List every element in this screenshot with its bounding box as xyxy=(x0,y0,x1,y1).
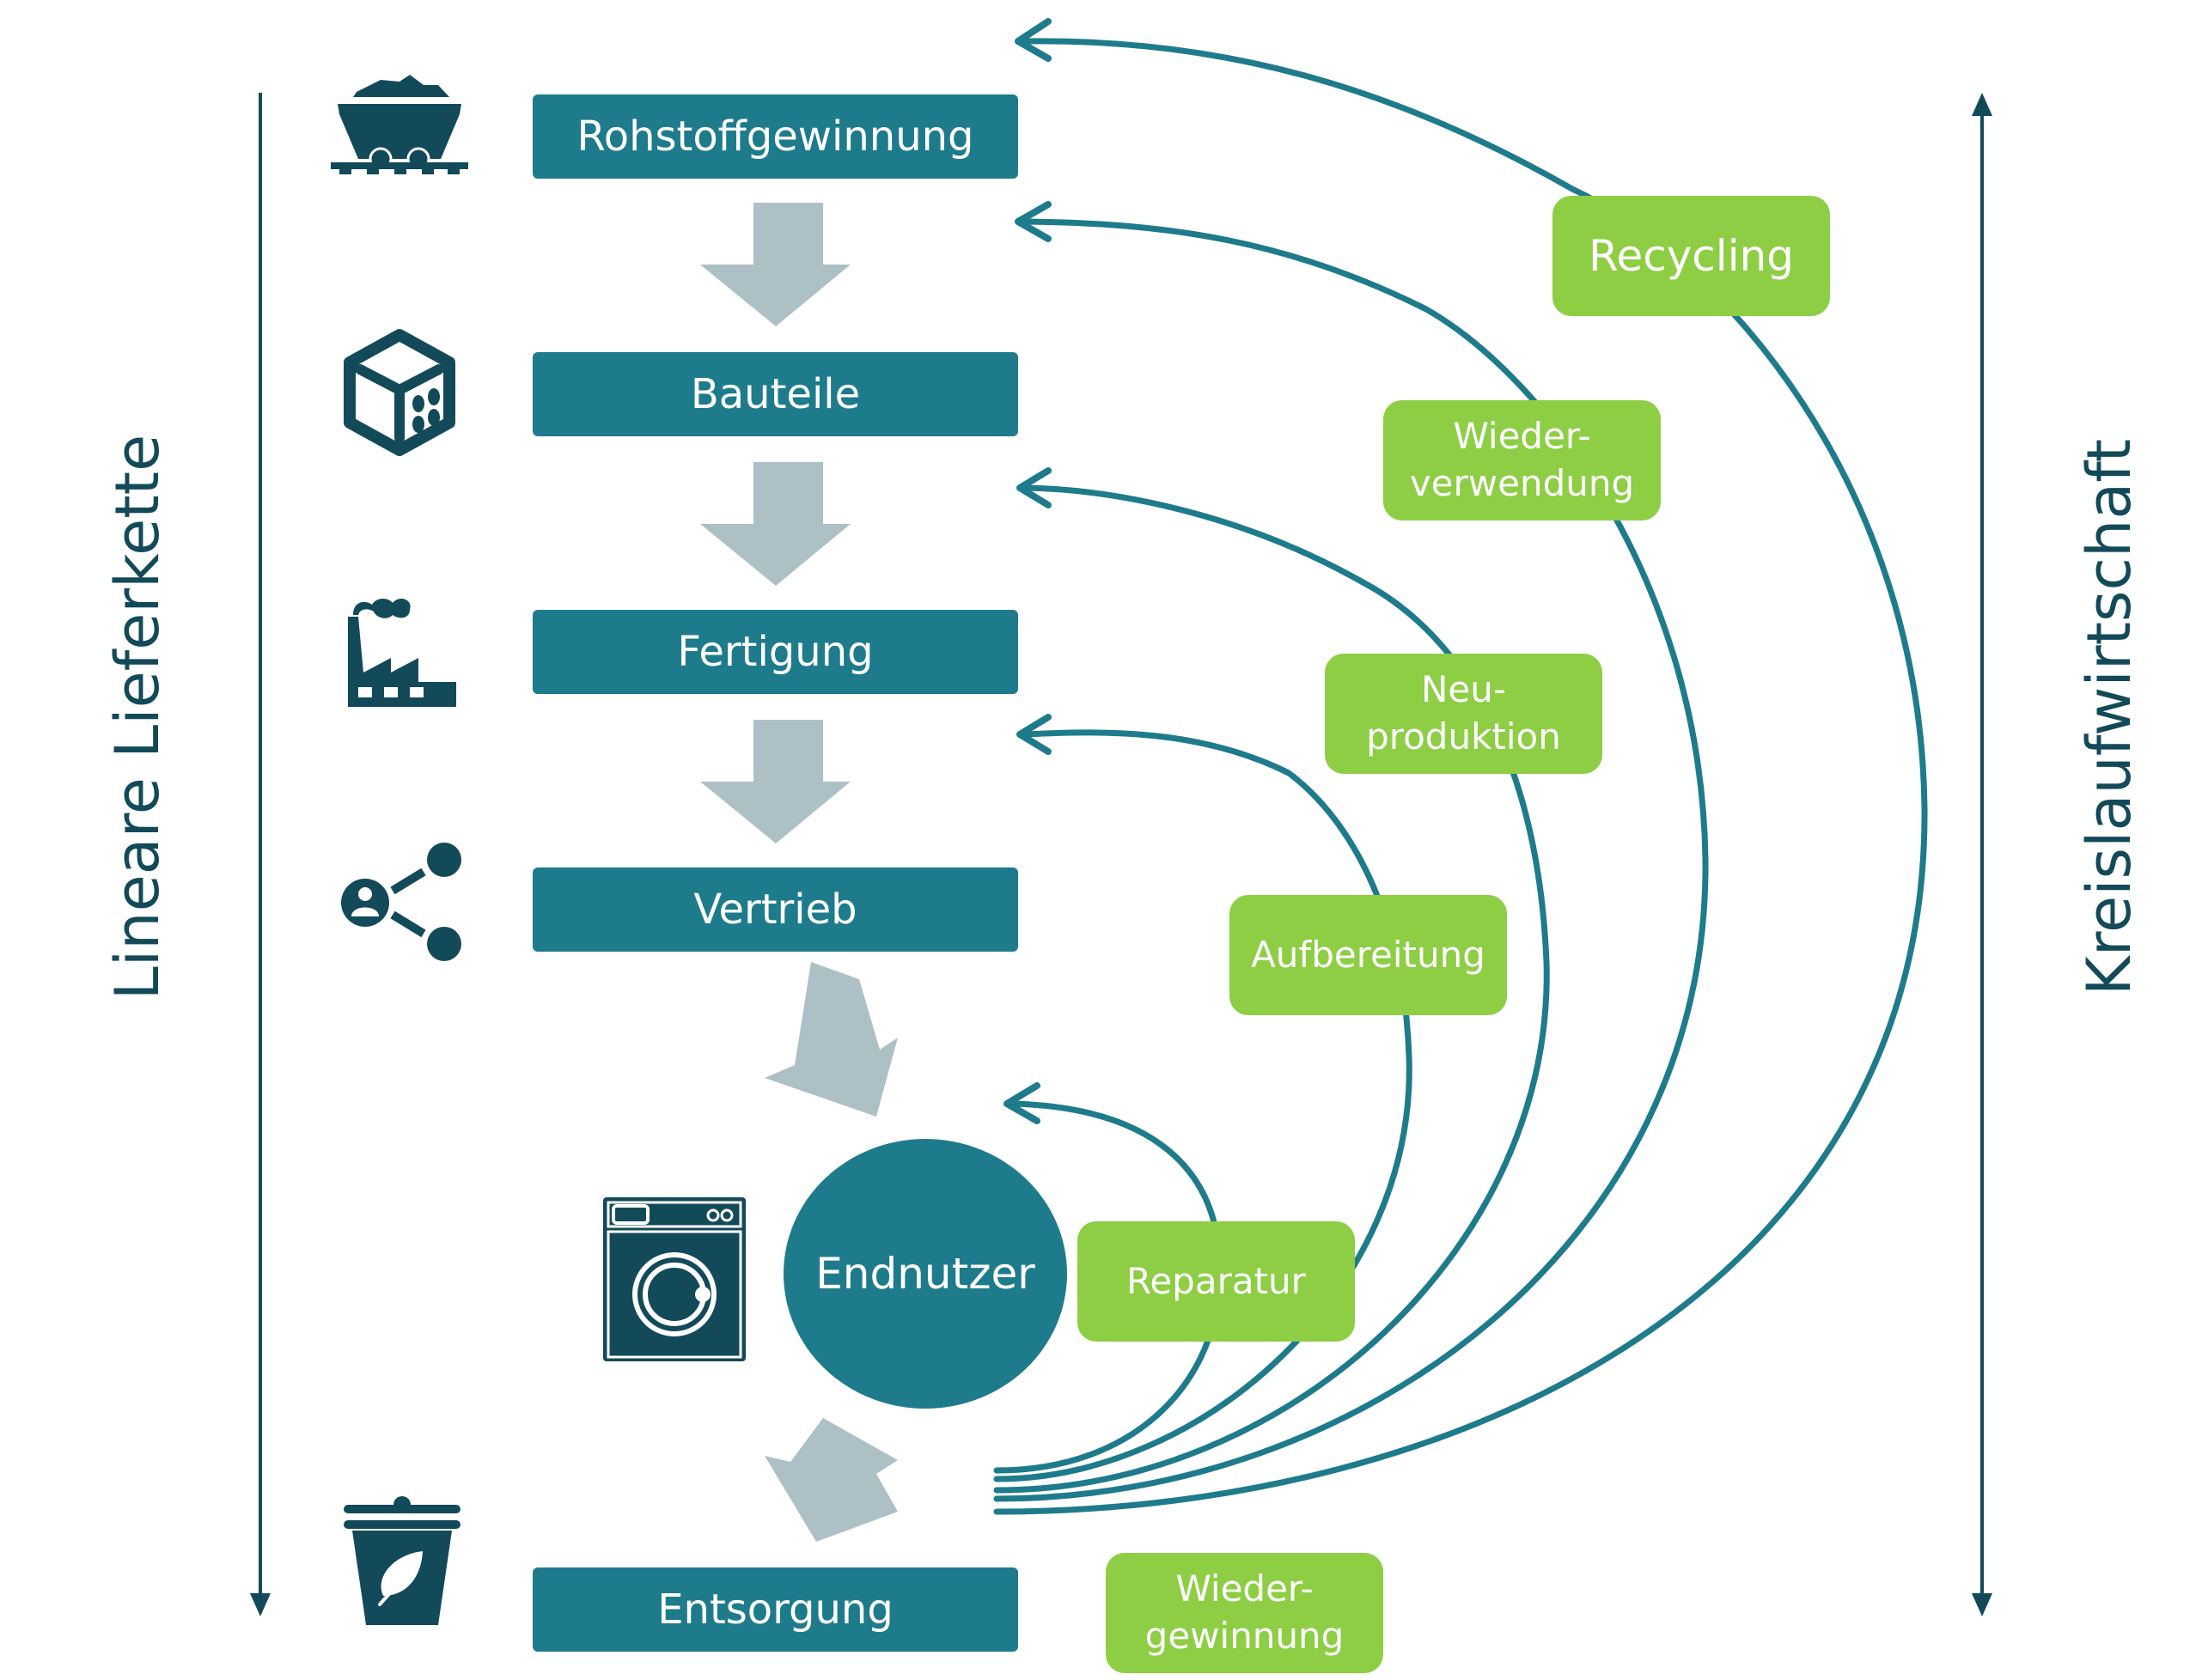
washing-machine-icon xyxy=(601,1196,747,1367)
loop-neuproduktion[interactable]: Neu- produktion xyxy=(1325,654,1602,774)
step-bauteile[interactable]: Bauteile xyxy=(533,352,1018,436)
loop-label: Wieder- verwendung xyxy=(1409,415,1635,504)
step-label: Rohstoffgewinnung xyxy=(576,113,974,161)
flow-arrow-2 xyxy=(700,462,851,586)
flow-arrow-4 xyxy=(765,962,898,1117)
linear-axis-arrow xyxy=(250,93,271,1616)
connectors-layer xyxy=(250,18,1992,1616)
diagram: Lineare Lieferkette Kreislaufwirtschaft xyxy=(0,0,2202,1680)
step-label: Bauteile xyxy=(690,370,861,418)
loop-reparatur[interactable]: Reparatur xyxy=(1077,1221,1355,1342)
loop-wiedergewinnung[interactable]: Wieder- gewinnung xyxy=(1106,1553,1383,1673)
loop-aufbereitung[interactable]: Aufbereitung xyxy=(1229,895,1507,1015)
circular-axis-arrow xyxy=(1972,93,1992,1616)
loop-label: Aufbereitung xyxy=(1251,933,1485,976)
circular-economy-title: Kreislaufwirtschaft xyxy=(2074,438,2144,996)
loop-recycling[interactable]: Recycling xyxy=(1552,196,1830,316)
flow-arrow-3 xyxy=(700,720,851,843)
loop-label: Recycling xyxy=(1588,230,1795,281)
step-entsorgung[interactable]: Entsorgung xyxy=(533,1567,1018,1652)
step-rohstoffgewinnung[interactable]: Rohstoffgewinnung xyxy=(533,94,1018,179)
flow-arrow-1 xyxy=(700,203,851,326)
share-distribution-icon xyxy=(339,837,468,970)
step-label: Entsorgung xyxy=(657,1586,894,1634)
linear-supply-chain-title: Lineare Lieferkette xyxy=(102,434,173,1001)
loop-label: Reparatur xyxy=(1126,1259,1306,1302)
step-label: Endnutzer xyxy=(815,1249,1035,1299)
loop-label: Wieder- gewinnung xyxy=(1144,1567,1345,1657)
loop-label: Neu- produktion xyxy=(1366,668,1561,758)
flow-arrow-5 xyxy=(765,1418,898,1542)
step-vertrieb[interactable]: Vertrieb xyxy=(533,867,1018,952)
step-label: Fertigung xyxy=(677,628,874,676)
step-label: Vertrieb xyxy=(693,886,857,934)
loop-wiederverwendung[interactable]: Wieder- verwendung xyxy=(1383,400,1661,520)
step-fertigung[interactable]: Fertigung xyxy=(533,610,1018,694)
eco-trash-bin-icon xyxy=(342,1494,462,1635)
factory-icon xyxy=(339,591,460,715)
mine-cart-icon xyxy=(331,73,468,180)
step-endnutzer[interactable]: Endnutzer xyxy=(784,1139,1067,1409)
dice-component-icon xyxy=(339,328,460,460)
